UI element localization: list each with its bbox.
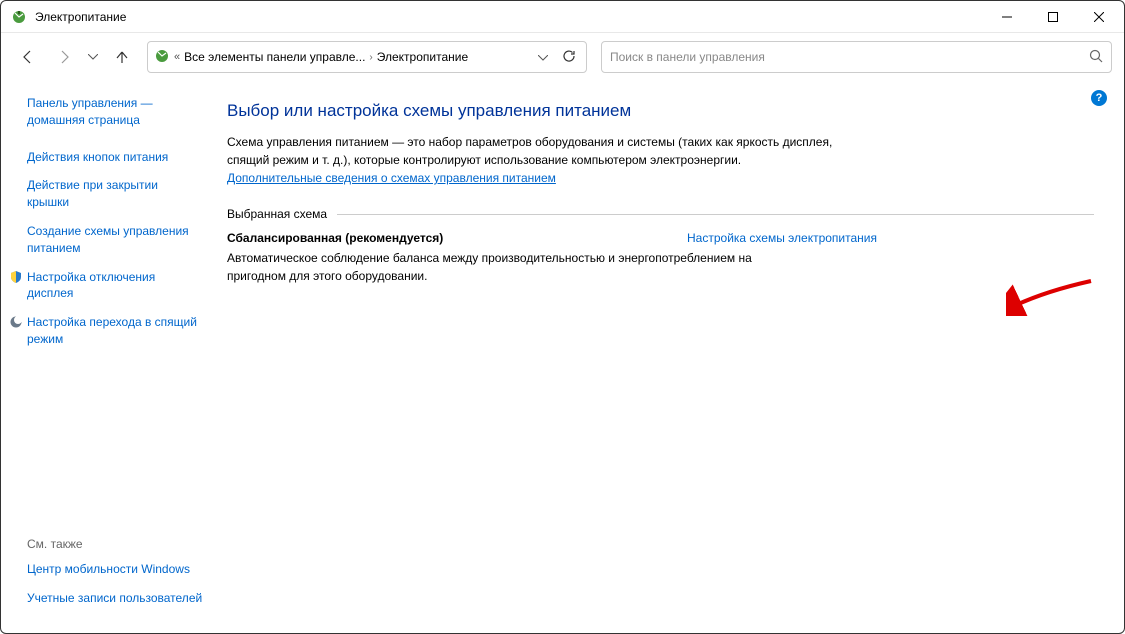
recent-dropdown-icon[interactable]	[85, 42, 101, 72]
search-bar[interactable]	[601, 41, 1112, 73]
sidebar-lid-close-link[interactable]: Действие при закрытии крышки	[27, 177, 203, 211]
refresh-icon[interactable]	[558, 49, 580, 66]
plan-name: Сбалансированная (рекомендуется)	[227, 231, 443, 245]
window-controls	[984, 2, 1122, 32]
intro-text: Схема управления питанием — это набор па…	[227, 133, 867, 187]
selected-plan-section: Выбранная схема	[227, 207, 1094, 221]
toolbar: « Все элементы панели управле... › Элект…	[1, 33, 1124, 81]
minimize-button[interactable]	[984, 2, 1030, 32]
power-options-icon	[154, 48, 170, 67]
sidebar-create-plan-link[interactable]: Создание схемы управления питанием	[27, 223, 203, 257]
see-also-label: См. также	[27, 537, 203, 551]
sidebar-power-buttons-link[interactable]: Действия кнопок питания	[27, 149, 203, 166]
annotation-arrow	[1006, 276, 1096, 319]
breadcrumb-root[interactable]: Все элементы панели управле...	[184, 50, 365, 64]
window-title: Электропитание	[35, 10, 984, 24]
titlebar: Электропитание	[1, 1, 1124, 33]
sidebar-sleep-link[interactable]: Настройка перехода в спящий режим	[27, 314, 203, 348]
plan-row: Сбалансированная (рекомендуется) Настрой…	[227, 231, 877, 245]
page-heading: Выбор или настройка схемы управления пит…	[227, 101, 1094, 121]
power-options-icon	[11, 9, 27, 25]
plan-settings-link[interactable]: Настройка схемы электропитания	[687, 231, 877, 245]
learn-more-link[interactable]: Дополнительные сведения о схемах управле…	[227, 171, 556, 185]
up-button[interactable]	[107, 42, 137, 72]
back-button[interactable]	[13, 42, 43, 72]
forward-button[interactable]	[49, 42, 79, 72]
maximize-button[interactable]	[1030, 2, 1076, 32]
address-bar[interactable]: « Все элементы панели управле... › Элект…	[147, 41, 587, 73]
sidebar-accounts-link[interactable]: Учетные записи пользователей	[27, 590, 203, 607]
sidebar-home-link[interactable]: Панель управления — домашняя страница	[27, 95, 203, 129]
sidebar-display-off-link[interactable]: Настройка отключения дисплея	[27, 269, 203, 303]
chevron-right-icon: ›	[369, 52, 372, 63]
shield-icon	[9, 270, 23, 284]
search-icon[interactable]	[1089, 49, 1103, 66]
section-label: Выбранная схема	[227, 207, 327, 221]
breadcrumb-current[interactable]: Электропитание	[377, 50, 468, 64]
sidebar-mobility-link[interactable]: Центр мобильности Windows	[27, 561, 203, 578]
sidebar: Панель управления — домашняя страница Де…	[1, 81, 211, 633]
search-input[interactable]	[610, 50, 1089, 64]
content-area: Панель управления — домашняя страница Де…	[1, 81, 1124, 633]
close-button[interactable]	[1076, 2, 1122, 32]
chevron-down-icon[interactable]	[532, 50, 554, 64]
divider	[337, 214, 1094, 215]
main-panel: Выбор или настройка схемы управления пит…	[211, 81, 1124, 633]
moon-icon	[9, 315, 23, 329]
plan-description: Автоматическое соблюдение баланса между …	[227, 249, 807, 285]
